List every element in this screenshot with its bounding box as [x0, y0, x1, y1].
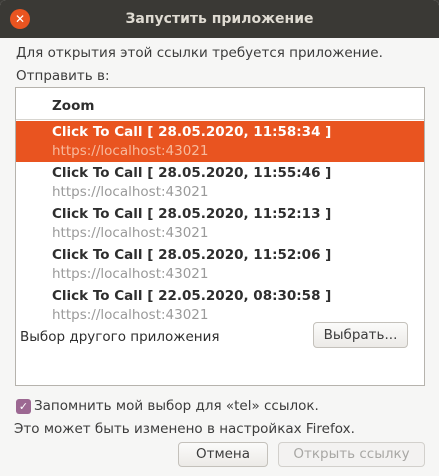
app-url: https://localhost:43021	[52, 143, 209, 159]
app-url: https://localhost:43021	[52, 184, 209, 200]
list-header-zoom[interactable]: Zoom	[16, 94, 424, 118]
choose-button[interactable]: Выбрать...	[313, 322, 408, 348]
list-item[interactable]: Click To Call [ 28.05.2020, 11:58:34 ] h…	[16, 121, 424, 162]
open-link-button[interactable]: Открыть ссылку	[278, 442, 425, 467]
launch-application-dialog: ✕ Запустить приложение Для открытия этой…	[0, 0, 439, 476]
check-icon[interactable]: ✓	[16, 398, 31, 414]
list-item[interactable]: Click To Call [ 28.05.2020, 11:52:13 ] h…	[16, 203, 424, 244]
remember-choice[interactable]: ✓ Запомнить мой выбор для «tel» ссылок.	[16, 397, 319, 415]
dialog-description: Для открытия этой ссылки требуется прило…	[16, 45, 383, 61]
window-title: Запустить приложение	[125, 11, 314, 27]
titlebar: ✕ Запустить приложение	[0, 0, 439, 38]
app-url: https://localhost:43021	[52, 266, 209, 282]
app-name: Click To Call [ 28.05.2020, 11:52:13 ]	[52, 206, 332, 222]
other-application-label: Выбор другого приложения	[20, 329, 220, 345]
list-item[interactable]: Click To Call [ 28.05.2020, 11:52:06 ] h…	[16, 244, 424, 285]
list-item[interactable]: Click To Call [ 28.05.2020, 11:55:46 ] h…	[16, 162, 424, 203]
app-name: Click To Call [ 28.05.2020, 11:58:34 ]	[52, 124, 332, 140]
list-separator	[16, 119, 424, 120]
cancel-button[interactable]: Отмена	[178, 442, 268, 467]
send-to-label: Отправить в:	[16, 68, 110, 84]
list-item[interactable]: Click To Call [ 22.05.2020, 08:30:58 ] h…	[16, 285, 424, 326]
app-url: https://localhost:43021	[52, 225, 209, 241]
application-list[interactable]: Zoom Click To Call [ 28.05.2020, 11:58:3…	[15, 87, 425, 386]
remember-choice-label[interactable]: Запомнить мой выбор для «tel» ссылок.	[34, 398, 319, 414]
settings-hint: Это может быть изменено в настройках Fir…	[14, 421, 355, 437]
app-name: Click To Call [ 22.05.2020, 08:30:58 ]	[52, 288, 332, 304]
app-name: Click To Call [ 28.05.2020, 11:52:06 ]	[52, 247, 332, 263]
app-name: Click To Call [ 28.05.2020, 11:55:46 ]	[52, 165, 332, 181]
